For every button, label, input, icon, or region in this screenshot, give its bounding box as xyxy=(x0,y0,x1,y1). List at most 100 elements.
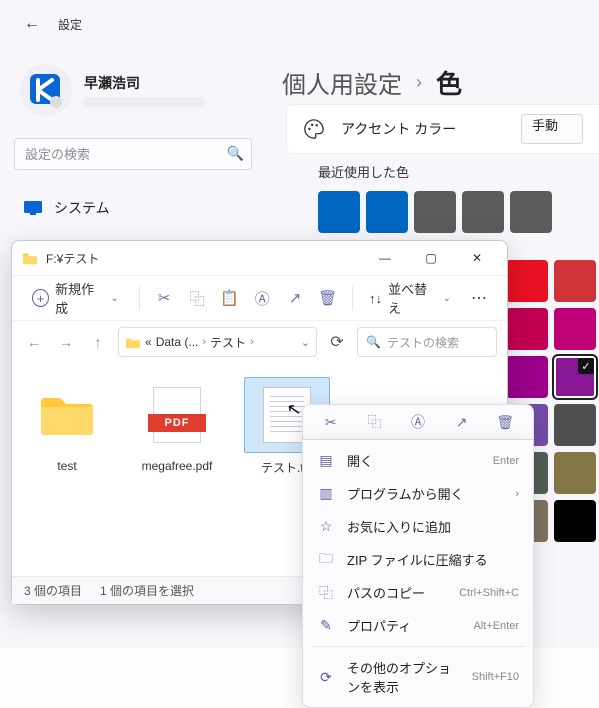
swatch[interactable] xyxy=(318,191,360,233)
monitor-icon xyxy=(24,201,42,215)
color-cell[interactable] xyxy=(554,452,596,494)
minimize-button[interactable]: — xyxy=(365,244,405,272)
color-cell[interactable] xyxy=(506,260,548,302)
menu-icon: ▥ xyxy=(317,485,335,503)
menu-shortcut: Enter xyxy=(493,455,519,467)
search-icon: 🔍 xyxy=(227,145,244,162)
chevron-right-icon: › xyxy=(250,336,254,348)
color-cell[interactable] xyxy=(554,260,596,302)
chevron-right-icon: › xyxy=(202,336,206,348)
maximize-button[interactable]: ▢ xyxy=(411,244,451,272)
menu-label: その他のオプションを表示 xyxy=(347,658,460,696)
settings-search-input[interactable] xyxy=(14,138,252,170)
menu-shortcut: Alt+Enter xyxy=(473,620,519,632)
delete-icon[interactable]: 🗑 xyxy=(492,409,518,435)
sort-label: 並べ替え xyxy=(388,279,436,317)
swatch[interactable] xyxy=(366,191,408,233)
breadcrumb: 個人用設定 › 色 xyxy=(282,64,462,101)
folder-icon xyxy=(125,335,141,349)
select-value: 手動 xyxy=(532,118,558,133)
menu-icon: 🗀 xyxy=(317,551,335,569)
pdf-thumb: PDF xyxy=(153,387,201,443)
search-placeholder: テストの検索 xyxy=(387,334,459,351)
folder-icon xyxy=(22,251,38,265)
menu-label: 開く xyxy=(347,451,481,470)
avatar xyxy=(20,64,72,116)
plus-icon: + xyxy=(32,289,49,307)
menu-icon: ⿻ xyxy=(317,584,335,602)
paste-icon[interactable]: 📋 xyxy=(215,283,244,313)
chevron-right-icon: › xyxy=(515,488,519,500)
context-item[interactable]: ⿻パスのコピーCtrl+Shift+C xyxy=(303,576,533,609)
chevron-down-icon: ⌄ xyxy=(110,293,118,304)
breadcrumb-parent[interactable]: 個人用設定 xyxy=(282,65,402,100)
rename-icon[interactable]: Ⓐ xyxy=(248,283,277,313)
share-icon[interactable]: ↗ xyxy=(281,283,310,313)
separator xyxy=(139,286,140,310)
menu-label: プロパティ xyxy=(347,616,461,635)
context-item[interactable]: ▤開くEnter xyxy=(303,444,533,477)
context-more[interactable]: ⟳その他のオプションを表示Shift+F10 xyxy=(303,651,533,703)
menu-icon: ✎ xyxy=(317,617,335,635)
sort-icon: ↑↓ xyxy=(369,291,382,306)
share-icon[interactable]: ↗ xyxy=(449,409,475,435)
palette-icon xyxy=(303,118,325,140)
refresh-button[interactable]: ⟳ xyxy=(325,330,349,354)
color-cell[interactable] xyxy=(554,500,596,542)
swatch[interactable] xyxy=(510,191,552,233)
user-sub-placeholder xyxy=(84,97,204,107)
explorer-search-input[interactable]: 🔍 テストの検索 xyxy=(357,327,497,357)
chevron-right-icon: › xyxy=(416,72,422,93)
status-selection: 1 個の項目を選択 xyxy=(100,582,194,599)
check-icon: ✓ xyxy=(578,358,594,374)
chevron-down-icon[interactable]: ⌄ xyxy=(301,336,310,349)
color-cell[interactable]: ✓ xyxy=(554,356,596,398)
settings-app-title: 設定 xyxy=(58,16,82,33)
search-wrap: 🔍 xyxy=(14,138,252,170)
separator xyxy=(311,646,525,647)
color-cell[interactable] xyxy=(506,356,548,398)
addr-drive[interactable]: Data (... xyxy=(156,335,199,349)
accent-color-label: アクセント カラー xyxy=(341,119,505,139)
sidebar-item-system[interactable]: システム xyxy=(14,188,252,228)
cut-icon[interactable]: ✂ xyxy=(150,283,179,313)
new-button[interactable]: + 新規作成 ⌄ xyxy=(22,275,129,321)
sort-button[interactable]: ↑↓ 並べ替え ⌄ xyxy=(363,279,457,317)
address-bar[interactable]: « Data (... › テスト › ⌄ xyxy=(118,327,317,357)
folder-icon xyxy=(39,393,95,437)
recent-colors-label: 最近使用した色 xyxy=(318,162,599,181)
context-item[interactable]: ▥ プログラムから開く › xyxy=(303,477,533,510)
explorer-toolbar: + 新規作成 ⌄ ✂ ⿻ 📋 Ⓐ ↗ 🗑 ↑↓ 並べ替え ⌄ ⋯ xyxy=(12,275,507,321)
copy-icon[interactable]: ⿻ xyxy=(182,283,211,313)
recent-colors-block: 最近使用した色 xyxy=(318,162,599,233)
cut-icon[interactable]: ✂ xyxy=(318,409,344,435)
context-item[interactable]: ☆お気に入りに追加 xyxy=(303,510,533,543)
menu-label: ZIP ファイルに圧縮する xyxy=(347,550,507,569)
menu-shortcut: Shift+F10 xyxy=(472,671,519,683)
swatch[interactable] xyxy=(462,191,504,233)
menu-label: プログラムから開く xyxy=(347,484,503,503)
breadcrumb-current: 色 xyxy=(436,64,462,101)
back-arrow-icon[interactable]: ← xyxy=(24,15,40,33)
nav-back-button[interactable]: ← xyxy=(22,330,46,354)
nav-forward-button[interactable]: → xyxy=(54,330,78,354)
delete-icon[interactable]: 🗑 xyxy=(313,283,342,313)
nav-up-button[interactable]: ↑ xyxy=(86,330,110,354)
context-item[interactable]: 🗀 ZIP ファイルに圧縮する xyxy=(303,543,533,576)
addr-folder[interactable]: テスト xyxy=(210,334,246,351)
file-item-pdf[interactable]: PDF megafree.pdf xyxy=(134,377,220,476)
close-button[interactable]: ✕ xyxy=(457,244,497,272)
user-block[interactable]: 早瀬浩司 xyxy=(14,58,252,130)
color-cell[interactable] xyxy=(554,308,596,350)
color-cell[interactable] xyxy=(554,404,596,446)
pdf-badge: PDF xyxy=(148,414,206,432)
context-item[interactable]: ✎ プロパティ Alt+Enter xyxy=(303,609,533,642)
color-cell[interactable] xyxy=(506,308,548,350)
explorer-titlebar[interactable]: F:¥テスト — ▢ ✕ xyxy=(12,241,507,275)
copy-icon[interactable]: ⿻ xyxy=(361,409,387,435)
swatch[interactable] xyxy=(414,191,456,233)
more-button[interactable]: ⋯ xyxy=(461,288,497,308)
rename-icon[interactable]: Ⓐ xyxy=(405,409,431,435)
file-item-folder[interactable]: test xyxy=(24,377,110,476)
accent-mode-select[interactable]: 手動 xyxy=(521,114,583,144)
